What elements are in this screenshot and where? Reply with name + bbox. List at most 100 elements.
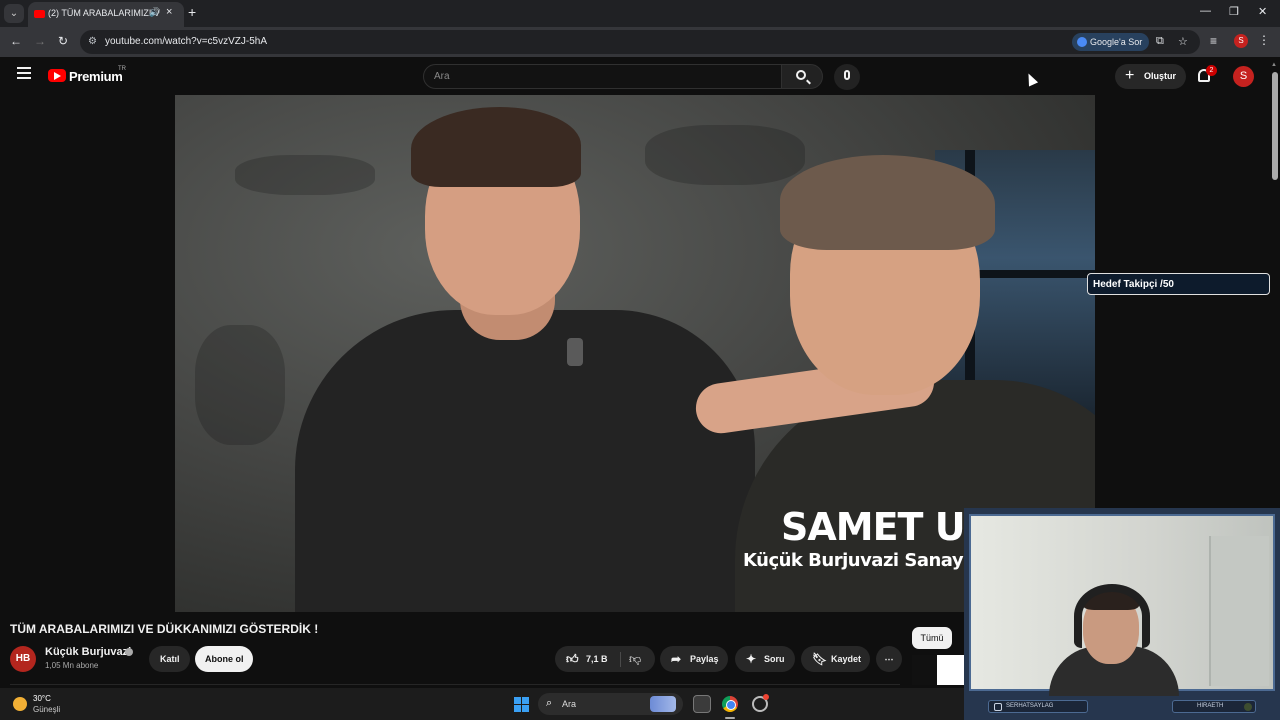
create-label: Oluştur xyxy=(1144,71,1177,81)
lapel-mic xyxy=(567,338,583,366)
site-info-icon[interactable]: ⚙ xyxy=(88,36,97,47)
plus-icon: + xyxy=(1125,67,1135,84)
instagram-icon xyxy=(994,703,1002,711)
back-arrow-icon[interactable]: ← xyxy=(10,34,22,48)
more-actions-button[interactable]: ⋯ xyxy=(876,646,902,672)
headset-icon xyxy=(1074,584,1150,648)
subscriber-count: 1,05 Mn abone xyxy=(45,661,99,670)
minimize-button[interactable]: — xyxy=(1200,5,1211,17)
reload-icon[interactable]: ↻ xyxy=(58,34,68,48)
more-dots-icon: ⋯ xyxy=(884,654,894,664)
ask-button[interactable]: ✦ Soru xyxy=(735,646,795,672)
content-divider xyxy=(10,684,900,685)
mouse-cursor-icon xyxy=(1023,71,1039,87)
brand-label-text: HIRAETH xyxy=(1197,703,1224,709)
notification-count-badge: 2 xyxy=(1206,65,1217,76)
tab-audio-icon[interactable]: 🔊 xyxy=(149,7,160,18)
channel-name[interactable]: Küçük Burjuvazi xyxy=(45,646,131,658)
save-button[interactable]: 🔖︎ Kaydet xyxy=(801,646,870,672)
youtube-logo-icon[interactable] xyxy=(48,69,66,82)
brand-logo-icon xyxy=(1244,703,1252,711)
hamburger-menu-icon[interactable] xyxy=(17,67,31,82)
webcam-door xyxy=(1209,536,1269,686)
google-ask-label: Google'a Sor xyxy=(1090,37,1143,47)
task-view-icon[interactable] xyxy=(693,695,711,713)
close-window-button[interactable]: ✕ xyxy=(1258,5,1267,18)
channel-avatar[interactable]: HB xyxy=(10,646,36,672)
app-notification-dot-icon xyxy=(763,694,769,700)
scrollbar-thumb[interactable] xyxy=(1272,72,1278,180)
tab-title: (2) TÜM ARABALARIMIZI VE xyxy=(48,8,160,18)
new-tab-plus-icon[interactable]: + xyxy=(188,4,196,20)
join-label: Katıl xyxy=(160,654,180,664)
youtube-header: Premium TR Ara + Oluştur 2 S xyxy=(0,57,1270,95)
share-button[interactable]: ➦ Paylaş xyxy=(660,646,728,672)
like-count: 7,1 B xyxy=(586,654,608,664)
chrome-browser-icon[interactable] xyxy=(722,696,738,712)
ask-label: Soru xyxy=(764,654,785,664)
browser-tab-strip: ⌄ (2) TÜM ARABALARIMIZI VE 🔊 × + — ❐ ✕ xyxy=(0,0,1280,27)
video-title: TÜM ARABALARIMIZI VE DÜKKANIMIZI GÖSTERD… xyxy=(10,622,319,636)
windows-taskbar: 30°C Güneşli ⌕ Ara xyxy=(0,688,964,720)
taskbar-search-text: Ara xyxy=(562,699,577,709)
scroll-up-arrow-icon[interactable]: ▲ xyxy=(1271,62,1277,68)
webcam-overlay: SERHATSAYLAG HIRAETH xyxy=(964,508,1280,720)
browser-menu-icon[interactable]: ⋮ xyxy=(1258,33,1270,47)
bookmark-icon: 🔖︎ xyxy=(812,652,828,666)
dislike-thumbs-down-icon[interactable]: 👎︎ xyxy=(629,652,641,667)
join-button[interactable]: Katıl xyxy=(149,646,190,672)
windows-start-icon[interactable] xyxy=(514,697,529,712)
search-placeholder: Ara xyxy=(434,71,450,82)
weather-sun-icon[interactable] xyxy=(13,697,27,711)
create-button[interactable]: + Oluştur xyxy=(1115,64,1186,89)
install-app-icon[interactable]: ⧉ xyxy=(1156,35,1164,48)
youtube-favicon-icon xyxy=(34,10,45,18)
brand-label: HIRAETH xyxy=(1172,700,1256,713)
instagram-handle-label: SERHATSAYLAG xyxy=(988,700,1088,713)
region-code: TR xyxy=(118,66,126,72)
tab-search-chevron-icon[interactable]: ⌄ xyxy=(4,4,24,23)
tab-close-icon[interactable]: × xyxy=(166,6,172,18)
search-input[interactable]: Ara xyxy=(423,64,782,89)
weather-temperature[interactable]: 30°C xyxy=(33,694,51,703)
verified-check-icon xyxy=(125,648,133,656)
address-bar[interactable]: ⚙ youtube.com/watch?v=c5vzVZJ-5hA Google… xyxy=(80,30,1200,54)
media-controls-icon[interactable]: ≡ xyxy=(1210,34,1217,48)
weather-condition[interactable]: Güneşli xyxy=(33,705,60,714)
google-lens-icon xyxy=(1077,37,1087,47)
restore-button[interactable]: ❐ xyxy=(1229,5,1239,18)
follower-goal-text: Hedef Takipçi /50 xyxy=(1093,279,1174,290)
browser-profile-avatar[interactable]: S xyxy=(1234,34,1248,48)
subscribe-button[interactable]: Abone ol xyxy=(195,646,253,672)
share-label: Paylaş xyxy=(690,654,719,664)
follower-goal-overlay: Hedef Takipçi /50 xyxy=(1087,273,1270,295)
person-left-shirt xyxy=(295,310,755,612)
recommended-video-thumbnail[interactable] xyxy=(912,655,966,685)
microphone-icon xyxy=(844,70,850,80)
url-text[interactable]: youtube.com/watch?v=c5vzVZJ-5hA xyxy=(105,36,267,47)
bookmark-star-icon[interactable]: ☆ xyxy=(1178,35,1188,48)
taskbar-search[interactable]: ⌕ Ara xyxy=(538,693,683,715)
webcam-frame xyxy=(969,514,1275,696)
search-highlight-icon xyxy=(650,696,676,712)
subscribe-label: Abone ol xyxy=(205,654,244,664)
video-caption-name: SAMET US xyxy=(781,505,992,549)
save-label: Kaydet xyxy=(831,654,862,664)
thumbs-up-icon: 👍︎ xyxy=(566,652,579,666)
filter-chip-all[interactable]: Tümü xyxy=(912,627,952,649)
video-player[interactable]: SAMET US Küçük Burjuvazi Sanayi Ter xyxy=(175,95,1095,612)
browser-tab-active[interactable]: (2) TÜM ARABALARIMIZI VE 🔊 × xyxy=(28,2,184,27)
share-arrow-icon: ➦ xyxy=(671,652,682,666)
browser-toolbar: ← → ↻ ⚙ youtube.com/watch?v=c5vzVZJ-5hA … xyxy=(0,27,1280,57)
google-ask-button[interactable]: Google'a Sor xyxy=(1072,33,1150,51)
account-avatar[interactable]: S xyxy=(1233,66,1254,87)
instagram-handle-text: SERHATSAYLAG xyxy=(1006,703,1054,709)
youtube-premium-logo-text[interactable]: Premium xyxy=(69,69,123,84)
search-icon xyxy=(796,70,806,80)
search-button[interactable] xyxy=(781,64,823,89)
voice-search-button[interactable] xyxy=(834,64,860,90)
like-dislike-divider xyxy=(620,652,621,667)
sparkle-icon: ✦ xyxy=(746,652,757,666)
active-app-indicator xyxy=(725,717,735,719)
forward-arrow-icon[interactable]: → xyxy=(34,34,46,48)
